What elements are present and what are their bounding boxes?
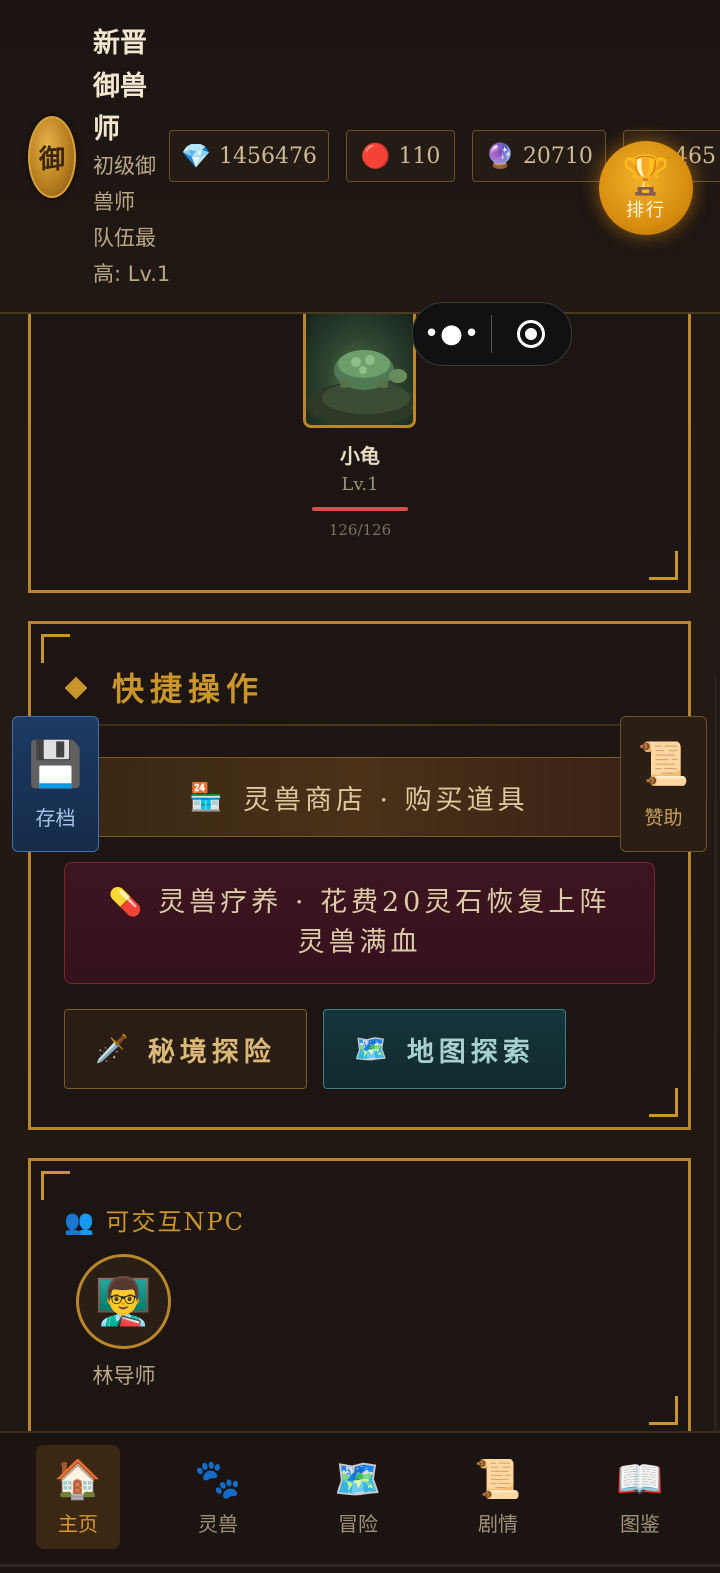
resource-red-orb: 🔴 110 [346, 130, 455, 182]
nav-label: 图鉴 [620, 1511, 660, 1536]
pill-icon: 💊 [108, 887, 147, 918]
resource-value: 1456476 [218, 143, 317, 169]
team-level: 队伍最高: Lv.1 [93, 226, 171, 286]
heal-button[interactable]: 💊 灵兽疗养 · 花费20灵石恢复上阵灵兽满血 [64, 862, 655, 984]
nav-label: 冒险 [338, 1511, 378, 1536]
save-button[interactable]: 💾 存档 [12, 716, 99, 852]
miniprogram-capsule: •●• [412, 302, 572, 366]
explore-label: 秘境探险 [147, 1036, 276, 1068]
rank-label: 排行 [626, 200, 666, 221]
map-button[interactable]: 🗺️ 地图探索 [323, 1009, 566, 1089]
target-icon [517, 320, 545, 348]
home-indicator [0, 1564, 720, 1567]
player-avatar[interactable]: 御 [28, 116, 76, 198]
nav-codex[interactable]: 📖 图鉴 [598, 1445, 682, 1549]
panel-corner [649, 551, 678, 580]
shop-button[interactable]: 🏪 灵兽商店 · 购买道具 [90, 757, 628, 837]
npc-title-text: 可交互NPC [105, 1208, 246, 1236]
save-label: 存档 [35, 805, 76, 830]
panel-corner [41, 1171, 70, 1200]
player-title: 初级御兽师 [93, 154, 156, 214]
shop-label: 灵兽商店 · 购买道具 [242, 784, 529, 816]
nav-label: 灵兽 [198, 1511, 238, 1536]
turtle-image [306, 350, 413, 425]
resource-value: 110 [398, 143, 441, 169]
diamond-icon [64, 676, 88, 700]
sponsor-label: 赞助 [644, 806, 683, 829]
dagger-icon: 🗡️ [95, 1034, 134, 1065]
trophy-icon: 🏆 [622, 153, 670, 197]
more-icon[interactable]: •●• [413, 319, 491, 349]
resource-value: 20710 [522, 143, 593, 169]
nav-home[interactable]: 🏠 主页 [36, 1445, 120, 1549]
scrollbar[interactable] [714, 676, 717, 1466]
scroll-icon: 📜 [637, 738, 690, 788]
quick-actions-title: 快捷操作 [62, 664, 264, 710]
panel-corner [649, 1088, 678, 1117]
house-icon: 🏠 [54, 1456, 102, 1501]
book-icon: 📖 [616, 1456, 664, 1501]
close-target[interactable] [492, 320, 570, 348]
heal-text: 💊 灵兽疗养 · 花费20灵石恢复上阵灵兽满血 [95, 883, 624, 963]
pet-name: 小龟 [340, 444, 380, 468]
shop-icon: 🏪 [189, 782, 227, 813]
crystal-ball-icon: 🔮 [485, 142, 515, 170]
bottom-nav: 🏠 主页 🐾 灵兽 🗺️ 冒险 📜 剧情 📖 图鉴 [0, 1431, 720, 1573]
pet-portrait[interactable] [303, 312, 416, 428]
gem-icon: 💎 [181, 142, 211, 170]
divider [62, 724, 656, 726]
pet-hp-text: 126/126 [328, 521, 392, 539]
resource-gems: 💎 1456476 [169, 130, 329, 182]
player-name: 新晋御兽师 [93, 28, 147, 145]
nav-label: 剧情 [478, 1511, 518, 1536]
scroll-icon: 📜 [474, 1456, 522, 1501]
map-label: 地图探索 [406, 1036, 535, 1068]
pet-level: Lv.1 [341, 474, 379, 495]
red-orb-icon: 🔴 [360, 142, 391, 170]
pet-hp-fill [312, 507, 408, 511]
npc-name: 林导师 [92, 1364, 156, 1388]
paw-icon: 🐾 [194, 1456, 242, 1501]
quick-actions-title-text: 快捷操作 [112, 670, 265, 708]
map-icon: 🗺️ [334, 1456, 382, 1501]
people-icon: 👥 [64, 1208, 96, 1236]
map-icon: 🗺️ [354, 1034, 393, 1065]
nav-label: 主页 [58, 1511, 98, 1536]
heal-label: 灵兽疗养 · 花费20灵石恢复上阵灵兽满血 [158, 887, 611, 958]
nav-story[interactable]: 📜 剧情 [456, 1445, 540, 1549]
pet-hp-bar [312, 507, 408, 511]
rank-button[interactable]: 🏆 排行 [599, 141, 693, 235]
npc-avatar[interactable]: 👨‍🏫 [76, 1254, 171, 1349]
floppy-icon: 💾 [28, 738, 83, 790]
resource-crystal: 🔮 20710 [472, 130, 606, 182]
nav-adventure[interactable]: 🗺️ 冒险 [316, 1445, 400, 1549]
sponsor-button[interactable]: 📜 赞助 [620, 716, 707, 852]
panel-corner [649, 1396, 678, 1425]
npc-section-title: 👥 可交互NPC [64, 1202, 245, 1237]
explore-button[interactable]: 🗡️ 秘境探险 [64, 1009, 307, 1089]
panel-corner [41, 634, 70, 663]
nav-pets[interactable]: 🐾 灵兽 [176, 1445, 260, 1549]
